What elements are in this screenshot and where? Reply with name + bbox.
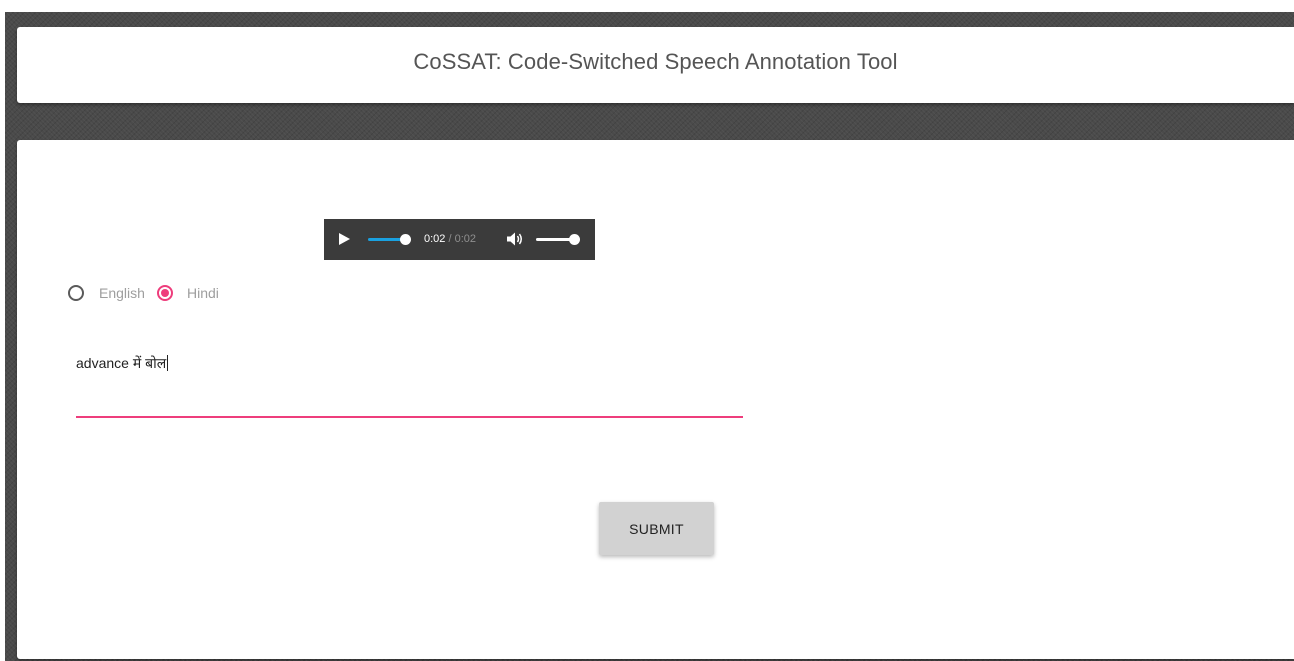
app-title: CoSSAT: Code-Switched Speech Annotation … [413,49,898,74]
radio-selected-dot [161,289,169,297]
text-caret [167,355,169,371]
volume-slider[interactable] [536,238,572,241]
time-separator: / [445,233,455,245]
annotation-card: 0:02 / 0:02 English Hindi advance में बो… [17,140,1294,659]
radio-label-english[interactable]: English [99,285,145,301]
duration: 0:02 [454,233,477,245]
radio-label-hindi[interactable]: Hindi [187,285,219,301]
seek-slider-thumb[interactable] [400,234,411,245]
transcript-input[interactable]: advance में बोल [76,346,743,418]
time-readout: 0:02 / 0:02 [424,233,476,245]
submit-button[interactable]: SUBMIT [599,502,714,555]
audio-player[interactable]: 0:02 / 0:02 [324,219,595,260]
radio-english[interactable] [68,285,84,301]
transcript-text-wrap: advance में बोल [76,354,169,373]
volume-icon[interactable] [506,231,524,247]
volume-slider-thumb[interactable] [569,234,580,245]
play-icon[interactable] [339,233,350,245]
current-time: 0:02 [424,233,446,245]
header-card: CoSSAT: Code-Switched Speech Annotation … [17,27,1294,103]
radio-hindi[interactable] [157,285,173,301]
transcript-value: advance में बोल [76,355,167,371]
